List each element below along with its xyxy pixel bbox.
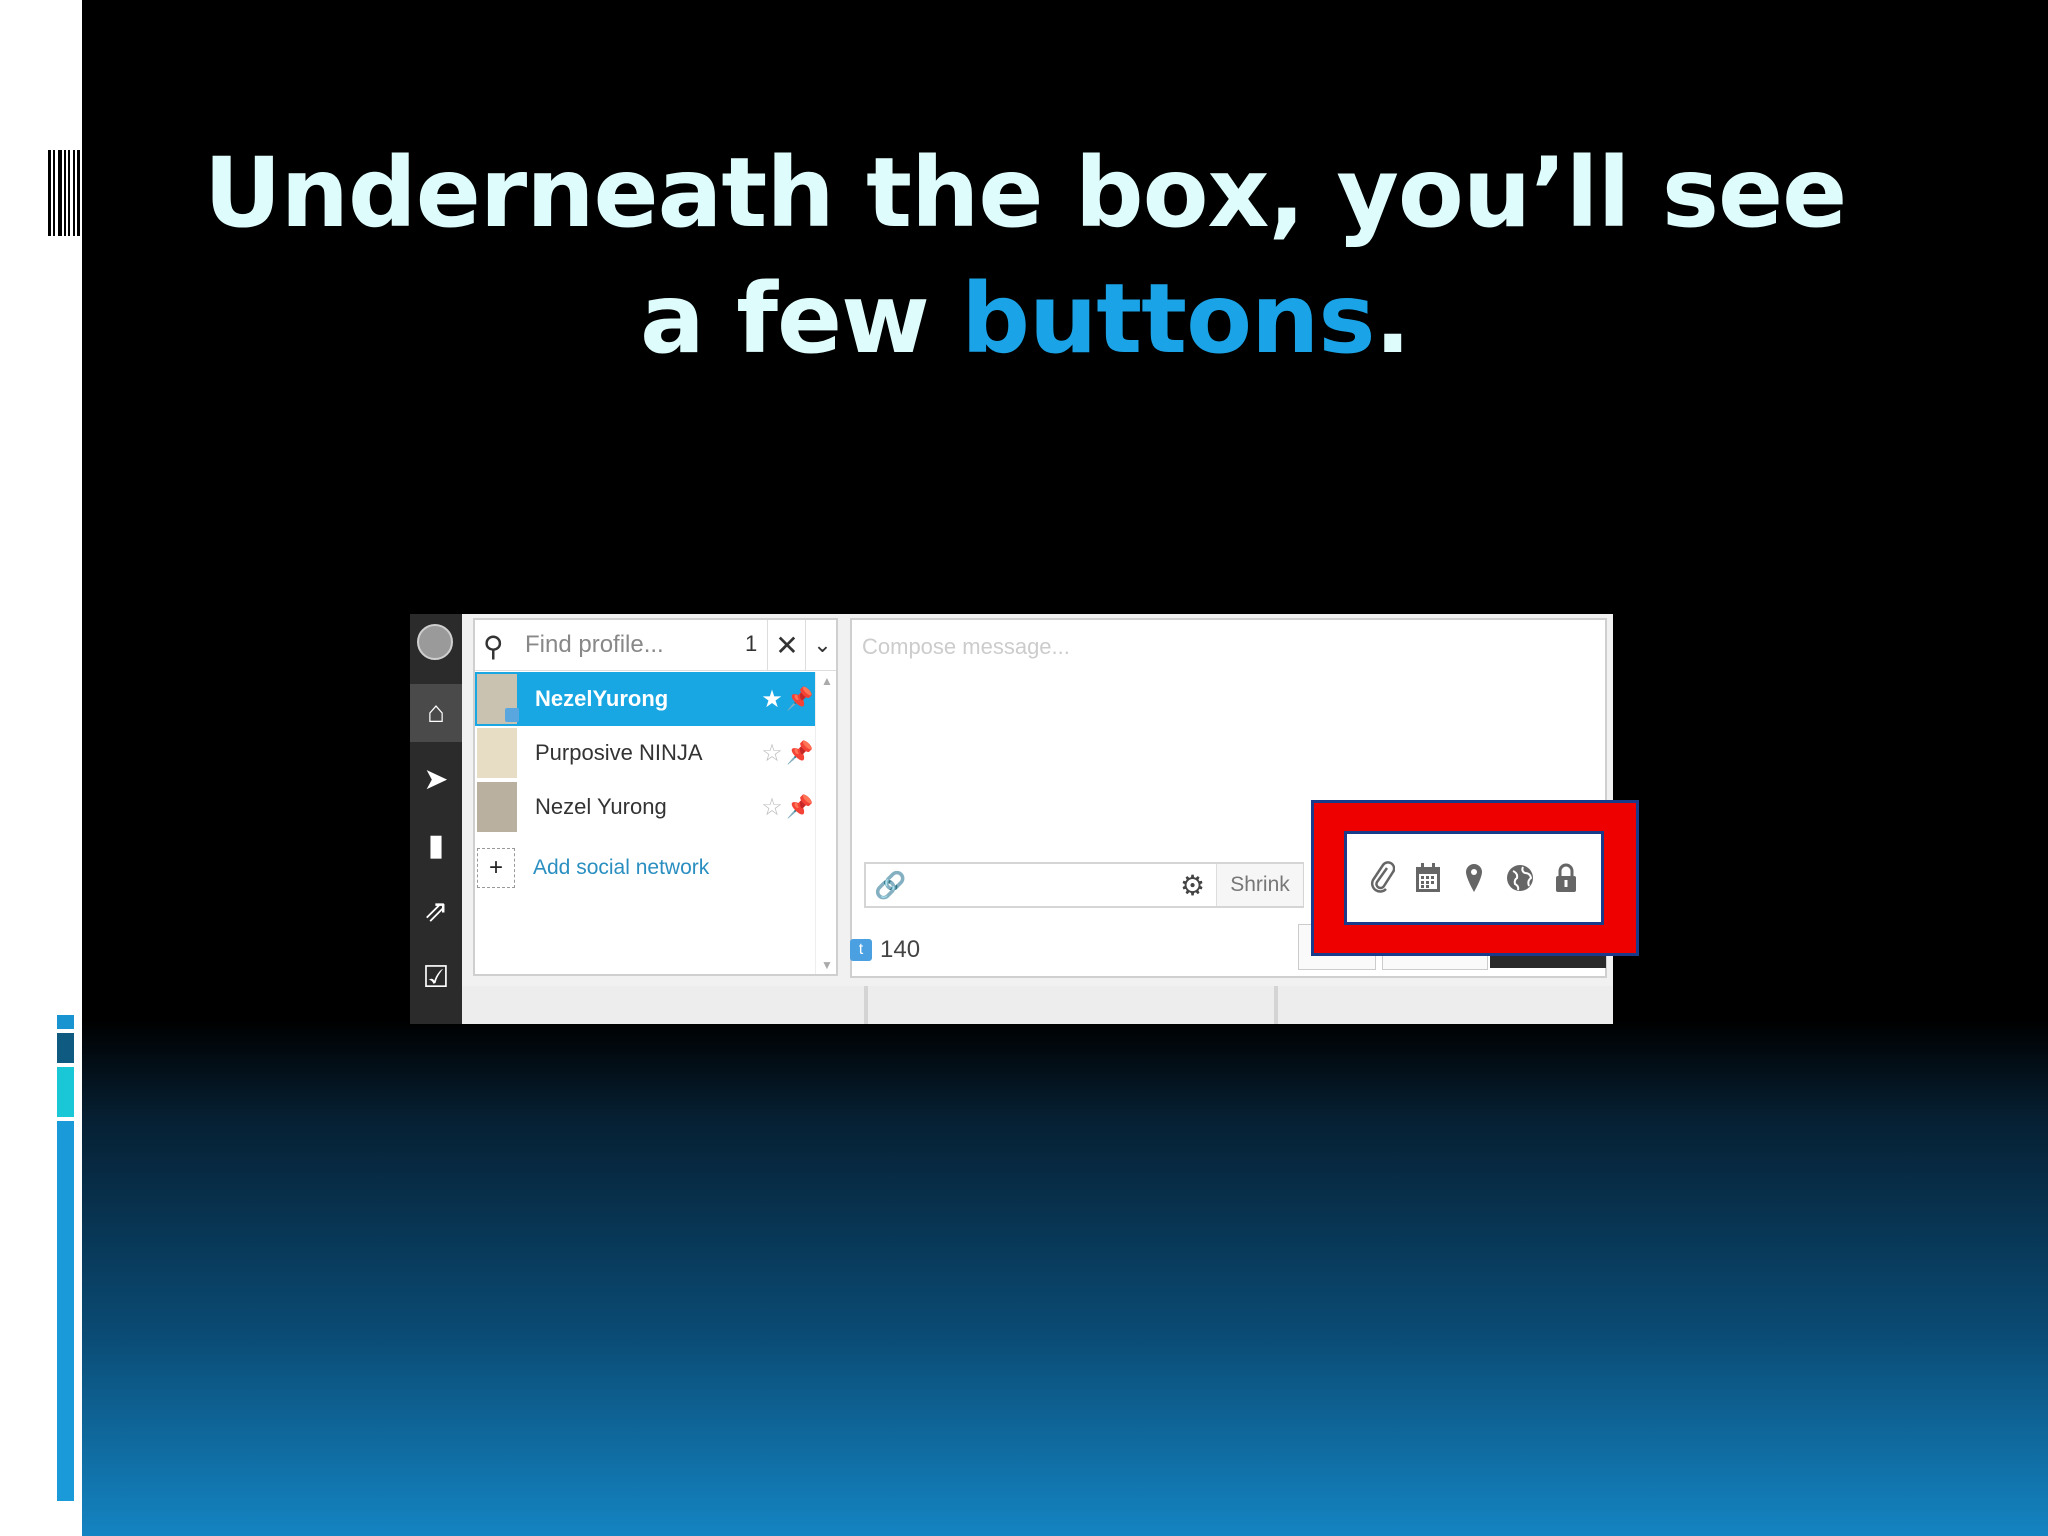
clear-selection-button[interactable]: ✕	[767, 620, 806, 670]
slide-title: Underneath the box, you’ll see a few but…	[150, 130, 1900, 382]
link-shortener-bar[interactable]: 🔗 ⚙ Shrink	[864, 862, 1304, 908]
analytics-icon[interactable]: ▮	[410, 816, 462, 874]
pin-icon[interactable]: 📌	[785, 794, 815, 820]
selected-count: 1	[745, 631, 758, 656]
profile-name: Purposive NINJA	[535, 740, 703, 765]
favorite-star-icon[interactable]: ☆	[759, 739, 785, 768]
favorite-star-icon[interactable]: ☆	[759, 793, 785, 822]
search-icon: ⚲	[483, 631, 504, 662]
avatar	[477, 674, 519, 724]
profile-row[interactable]: Nezel Yurong ☆ 📌	[475, 780, 815, 834]
char-count: 140	[880, 936, 921, 963]
title-line-2-prefix: a few	[640, 263, 962, 375]
assignments-icon[interactable]: ⇗	[410, 882, 462, 940]
gear-icon[interactable]: ⚙	[1180, 869, 1205, 902]
profile-picker: ⚲ Find profile... 1 ✕ ⌄ NezelYurong ★ 📌 …	[473, 618, 838, 976]
link-icon: 🔗	[874, 870, 907, 900]
left-nav-rail: ⌂ ➤ ▮ ⇗ ☑	[410, 614, 462, 1024]
add-social-network-row[interactable]: + Add social network	[475, 846, 709, 890]
highlight-callout	[1311, 800, 1639, 956]
pin-icon[interactable]: 📌	[785, 686, 815, 712]
accent-bars-decoration	[57, 1015, 74, 1505]
profile-name: NezelYurong	[535, 686, 669, 711]
tasks-icon[interactable]: ☑	[410, 948, 462, 1006]
globe-icon[interactable]	[1504, 858, 1536, 898]
lock-icon[interactable]	[1550, 858, 1582, 898]
scroll-up-icon[interactable]: ▲	[821, 674, 833, 688]
attachment-icon[interactable]	[1366, 858, 1398, 898]
barcode-decoration	[48, 150, 80, 236]
compose-toolbar	[1344, 831, 1604, 925]
title-line-1: Underneath the box, you’ll see	[203, 137, 1848, 249]
favorite-star-icon[interactable]: ★	[759, 685, 785, 714]
profile-search-row: ⚲ Find profile... 1 ✕ ⌄	[475, 620, 836, 671]
title-highlight: buttons	[961, 263, 1375, 375]
home-icon[interactable]: ⌂	[410, 684, 462, 742]
twitter-icon: t	[850, 939, 872, 961]
profile-list-scrollbar[interactable]: ▲ ▼	[815, 672, 836, 974]
profile-row[interactable]: Purposive NINJA ☆ 📌	[475, 726, 815, 780]
location-icon[interactable]	[1458, 858, 1490, 898]
calendar-icon[interactable]	[1412, 858, 1444, 898]
send-icon[interactable]: ➤	[410, 750, 462, 808]
compose-message-input[interactable]: Compose message...	[862, 634, 1070, 660]
pin-icon[interactable]: 📌	[785, 740, 815, 766]
avatar	[477, 728, 517, 778]
shrink-button[interactable]: Shrink	[1216, 864, 1303, 906]
plus-icon[interactable]: +	[477, 848, 515, 888]
profile-search-input[interactable]: Find profile...	[525, 631, 664, 659]
avatar	[477, 782, 517, 832]
expand-dropdown-button[interactable]: ⌄	[805, 620, 839, 670]
twitter-badge-icon	[505, 708, 519, 722]
profile-name: Nezel Yurong	[535, 794, 667, 819]
character-counter: t 140	[850, 936, 920, 964]
profile-row[interactable]: NezelYurong ★ 📌	[475, 672, 815, 726]
owl-logo-icon[interactable]	[417, 624, 453, 660]
lower-columns-strip	[462, 986, 1613, 1024]
add-social-network-link[interactable]: Add social network	[533, 856, 709, 880]
title-suffix: .	[1374, 263, 1411, 375]
scroll-down-icon[interactable]: ▼	[821, 958, 833, 972]
